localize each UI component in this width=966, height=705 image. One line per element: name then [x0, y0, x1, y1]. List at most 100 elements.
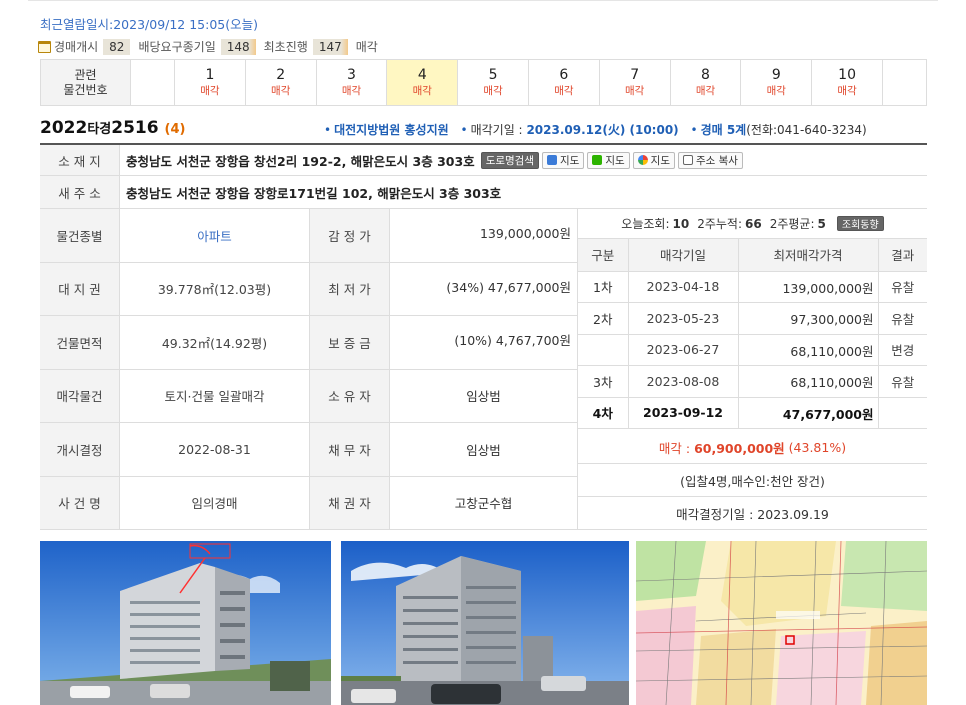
decision-date: 매각결정기일 : 2023.09.19	[578, 497, 927, 530]
bid-date: 2023-08-08	[628, 365, 739, 398]
building-area-value: 49.32㎡(14.92평)	[120, 316, 310, 369]
related-item-3[interactable]: 3 매각	[315, 59, 388, 106]
view-trend-button[interactable]: 조회동향	[836, 216, 884, 231]
map-btn-label: 지도	[650, 154, 670, 167]
case-number: 2022타경2516 (4)	[40, 118, 185, 138]
two-week-count: 66	[745, 216, 762, 231]
related-item-7[interactable]: 7 매각	[598, 59, 671, 106]
detail-label: 감 정 가	[310, 209, 390, 262]
owner-value: 임상범	[390, 369, 578, 422]
related-items-table: 관련 물건번호 1 매각 2 매각 3 매각 4 매각 5 매각 6 매각 7 매각 8 매각 …	[40, 59, 927, 106]
count-badge-3: 147	[312, 38, 348, 55]
count-label-3: 최초진행	[263, 40, 308, 54]
location-row: 소 재 지 충청남도 서천군 장항읍 창선2리 192-2, 해맑은도시 3층 …	[40, 145, 927, 176]
related-status: 매각	[554, 85, 574, 97]
bid-result: 변경	[878, 334, 927, 366]
detail-label: 건물면적	[40, 316, 120, 369]
related-num: 9	[771, 67, 781, 83]
count-badge-2: 148	[220, 38, 256, 55]
case-year: 2022	[40, 118, 88, 138]
google-map-icon	[637, 155, 648, 165]
related-num: 5	[488, 67, 498, 83]
related-num: 8	[701, 67, 710, 83]
related-status: 매각	[200, 85, 220, 97]
bid-price: 139,000,000원	[738, 271, 879, 303]
creditor-value: 고창군수협	[390, 476, 578, 529]
related-status: 매각	[271, 85, 291, 97]
court-phone: (전화:041-640-3234)	[746, 123, 867, 137]
detail-row: 대 지 권 39.778㎡(12.03평) 최 저 가 (34%) 47,677…	[40, 262, 578, 316]
bid-history-table: 구분 매각기일 최저매각가격 결과 1차 2023-04-18 139,000,…	[578, 239, 927, 429]
related-item-1[interactable]: 1 매각	[174, 59, 246, 106]
related-item-4[interactable]: 4 매각	[386, 59, 459, 106]
bid-round: 1차	[578, 271, 629, 303]
bid-date: 2023-06-27	[628, 334, 739, 366]
detail-label: 개시결정	[40, 423, 120, 476]
daum-map-icon	[547, 155, 557, 165]
related-num: 10	[838, 67, 856, 83]
deposit-value: (10%) 4,767,700원	[390, 316, 578, 369]
detail-label: 대 지 권	[40, 262, 120, 315]
today-label: 오늘조회:	[621, 217, 670, 231]
related-item-10[interactable]: 10 매각	[811, 59, 883, 106]
sale-item-value: 토지·건물 일괄매각	[120, 369, 310, 422]
related-status: 매각	[412, 85, 432, 97]
building-photo-2[interactable]	[341, 541, 629, 705]
sold-price: 60,900,000원	[694, 440, 785, 456]
daum-map-button[interactable]: 지도	[542, 151, 585, 169]
bid-price: 68,110,000원	[738, 334, 879, 366]
building-photo-1[interactable]	[40, 541, 331, 705]
detail-label: 채 권 자	[310, 476, 390, 529]
road-search-button[interactable]: 도로명검색	[480, 151, 539, 169]
related-item-8[interactable]: 8 매각	[669, 59, 742, 106]
debtor-value: 임상범	[390, 423, 578, 476]
related-item-5[interactable]: 5 매각	[457, 59, 529, 106]
detail-label: 사 건 명	[40, 476, 120, 529]
related-num: 3	[347, 67, 356, 83]
view-stats: 오늘조회: 10 2주누적: 66 2주평균: 5 조회동향	[578, 209, 927, 239]
related-head: 관련 물건번호	[40, 59, 131, 106]
case-info: • 대전지방법원 홍성지원 • 매각기일 : 2023.09.12(火) (10:0…	[316, 121, 867, 138]
avg-label: 2주평균:	[769, 217, 815, 231]
copy-address-button[interactable]: 주소 복사	[677, 151, 743, 169]
related-status: 매각	[341, 85, 362, 97]
bid-date: 2023-04-18	[628, 271, 739, 303]
schedule-counts: 경매개시 82 배당요구종기일 148 최초진행 147 매각	[38, 38, 378, 55]
appraisal-value: 139,000,000원	[390, 209, 578, 262]
case-detail-table: 소 재 지 충청남도 서천군 장항읍 창선2리 192-2, 해맑은도시 3층 …	[40, 143, 927, 530]
detail-label: 매각물건	[40, 369, 120, 422]
bid-row: 1차 2023-04-18 139,000,000원 유찰	[578, 271, 927, 303]
related-num: 7	[630, 67, 640, 83]
case-item: (4)	[164, 122, 186, 137]
detail-label: 물건종별	[40, 209, 120, 262]
related-item-2[interactable]: 2 매각	[244, 59, 317, 106]
related-status: 매각	[837, 85, 857, 97]
detail-row: 사 건 명 임의경매 채 권 자 고창군수협	[40, 476, 578, 530]
google-map-button[interactable]: 지도	[632, 151, 675, 169]
last-view-date: 최근열람일시:2023/09/12 15:05(오늘)	[40, 17, 259, 32]
bullet-icon: •	[460, 123, 468, 137]
related-item-9[interactable]: 9 매각	[740, 59, 813, 106]
bid-info: (입찰4명,매수인:천안 장건)	[578, 464, 927, 497]
detail-label: 최 저 가	[310, 262, 390, 315]
related-status: 매각	[483, 85, 503, 97]
two-week-label: 2주누적:	[697, 217, 743, 231]
bid-header: 구분	[578, 239, 629, 272]
detail-row: 건물면적 49.32㎡(14.92평) 보 증 금 (10%) 4,767,70…	[40, 316, 578, 370]
detail-label: 보 증 금	[310, 316, 390, 369]
new-address-row: 새 주 소 충청남도 서천군 장항읍 장항로171번길 102, 해맑은도시 3…	[40, 176, 927, 209]
bid-round: 4차	[578, 397, 629, 429]
naver-map-button[interactable]: 지도	[587, 151, 630, 169]
related-empty-left	[130, 59, 175, 106]
bid-row: 3차 2023-08-08 68,110,000원 유찰	[578, 365, 927, 398]
cadastral-map-graphic	[636, 541, 927, 705]
new-address-value: 충청남도 서천군 장항읍 장항로171번길 102, 해맑은도시 3층 303호	[126, 185, 502, 201]
property-type-link[interactable]: 아파트	[120, 209, 310, 262]
related-item-6[interactable]: 6 매각	[527, 59, 600, 106]
related-status: 매각	[766, 85, 786, 97]
copy-btn-label: 주소 복사	[695, 154, 738, 167]
count-label-1: 경매개시	[54, 40, 99, 54]
cadastral-map[interactable]	[636, 541, 927, 705]
bid-row: 2023-06-27 68,110,000원 변경	[578, 334, 927, 366]
bid-round: 2차	[578, 302, 629, 335]
